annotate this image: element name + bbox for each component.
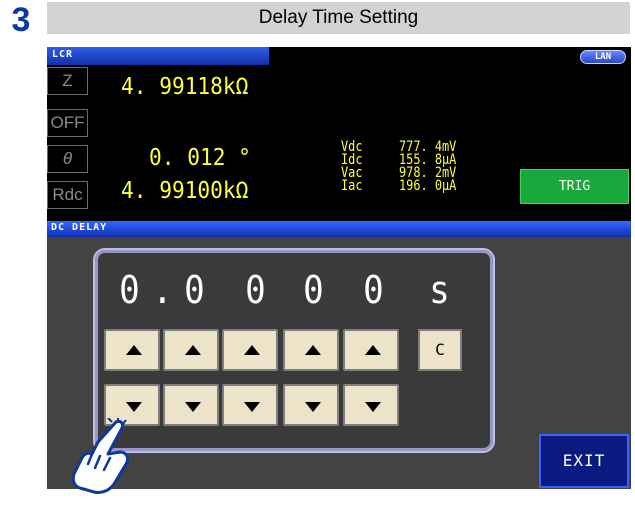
delay-digit-1: 0 (119, 268, 140, 312)
mode-tab-label: LCR (52, 49, 74, 60)
digit-4-up-button[interactable] (283, 329, 339, 371)
triangle-up-icon (244, 345, 260, 355)
triangle-down-icon (185, 402, 201, 412)
triangle-down-icon (365, 402, 381, 412)
section-header-label: DC DELAY (51, 222, 108, 233)
page-title: Delay Time Setting (47, 2, 630, 34)
digit-3-up-button[interactable] (222, 329, 278, 371)
delay-decimal-point: . (152, 268, 173, 312)
monitor-value-iac: 196. 0µA (399, 178, 457, 194)
rdc-measurement-value: 4. 99100kΩ (121, 178, 249, 204)
digit-5-down-button[interactable] (343, 384, 399, 426)
hand-pointer-icon (71, 418, 130, 494)
triangle-down-icon (305, 402, 321, 412)
section-header: DC DELAY (47, 221, 631, 237)
clear-button[interactable]: C (418, 329, 462, 371)
monitor-label-iac: Iac (341, 178, 363, 194)
lan-status-badge: LAN (580, 50, 626, 64)
delay-digit-5: 0 (363, 268, 384, 312)
digit-2-up-button[interactable] (163, 329, 219, 371)
trig-button[interactable]: TRIG (520, 169, 629, 204)
mode-tab-lcr: LCR (47, 47, 269, 65)
z-measurement-value: 4. 99118kΩ (121, 74, 249, 100)
param-button-rdc[interactable]: Rdc (47, 181, 88, 209)
digit-2-down-button[interactable] (163, 384, 219, 426)
triangle-down-icon (244, 402, 260, 412)
mode-bar: LCR LAN (47, 47, 631, 65)
param-button-z[interactable]: Z (47, 67, 88, 95)
triangle-up-icon (305, 345, 321, 355)
digit-3-down-button[interactable] (222, 384, 278, 426)
delay-digit-2: 0 (184, 268, 205, 312)
step-number: 3 (11, 1, 31, 39)
triangle-up-icon (185, 345, 201, 355)
param-button-off[interactable]: OFF (47, 109, 88, 137)
triangle-down-icon (126, 402, 142, 412)
triangle-up-icon (126, 345, 142, 355)
triangle-up-icon (365, 345, 381, 355)
param-button-theta[interactable]: θ (47, 145, 88, 173)
digit-5-up-button[interactable] (343, 329, 399, 371)
digit-4-down-button[interactable] (283, 384, 339, 426)
delay-digit-3: 0 (245, 268, 266, 312)
theta-measurement-value: 0. 012 ° (149, 145, 251, 171)
delay-digit-4: 0 (303, 268, 324, 312)
exit-button[interactable]: EXIT (539, 434, 629, 488)
delay-unit: s (429, 268, 450, 312)
digit-1-up-button[interactable] (104, 329, 160, 371)
